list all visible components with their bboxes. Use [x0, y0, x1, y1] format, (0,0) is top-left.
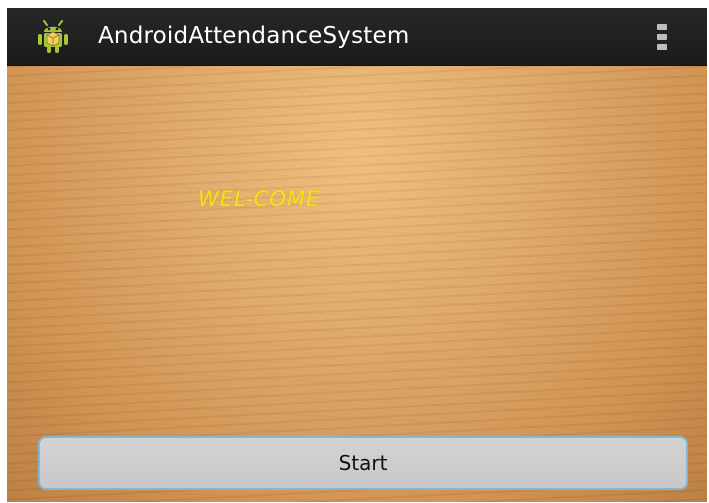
- android-screen: AndroidAttendanceSystem WEL-COME Start: [7, 8, 707, 502]
- overflow-menu-icon[interactable]: [653, 23, 671, 51]
- app-title: AndroidAttendanceSystem: [98, 23, 410, 49]
- action-bar: AndroidAttendanceSystem: [7, 8, 707, 66]
- welcome-label: WEL-COME: [198, 187, 321, 211]
- android-robot-icon: [38, 20, 68, 53]
- start-button[interactable]: Start: [38, 436, 688, 490]
- wood-background-content: WEL-COME Start: [7, 66, 707, 502]
